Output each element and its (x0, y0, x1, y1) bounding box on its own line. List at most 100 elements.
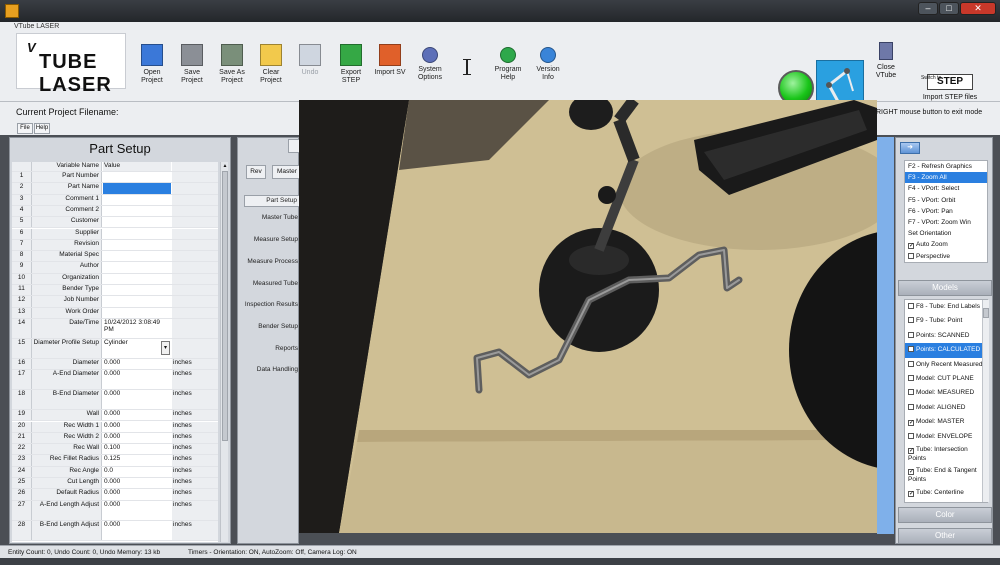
models-scrollbar[interactable] (982, 300, 989, 502)
clear-project-button[interactable]: Clear Project (249, 44, 293, 85)
table-row[interactable]: 14 Date/Time 10/24/2012 3:08:49 PM (12, 318, 218, 339)
value-cell[interactable]: 0.000 (103, 478, 171, 488)
value-cell[interactable] (103, 195, 171, 205)
nav-item-part-setup[interactable]: Part Setup (244, 195, 300, 207)
app-icon[interactable] (5, 4, 19, 18)
master-button[interactable]: Master (272, 165, 300, 179)
checkbox[interactable] (908, 252, 914, 259)
nav-item-data-handling[interactable]: Data Handling (244, 366, 300, 373)
close-vtube-button[interactable]: Close VTube (870, 42, 902, 80)
table-row[interactable]: 28 B-End Length Adjust 0.000 inches (12, 520, 218, 541)
nav-item-bender-setup[interactable]: Bender Setup (244, 323, 300, 330)
table-row[interactable]: 25 Cut Length 0.000 inches (12, 478, 218, 490)
value-cell[interactable]: 0.000 (103, 359, 171, 369)
checkbox[interactable] (908, 403, 914, 410)
value-cell[interactable]: 0.125 (103, 455, 171, 465)
value-cell[interactable]: 0.000 (103, 390, 171, 409)
model-item[interactable]: ✓ Model: MASTER (905, 415, 987, 429)
nav-item-reports[interactable]: Reports (244, 345, 300, 352)
table-row[interactable]: 10 Organization (12, 273, 218, 285)
nav-item-inspection-results[interactable]: Inspection Results (244, 301, 300, 308)
table-row[interactable]: 23 Rec Fillet Radius 0.125 inches (12, 455, 218, 467)
checkbox[interactable] (908, 303, 914, 309)
table-row[interactable]: 19 Wall 0.000 inches (12, 410, 218, 422)
checkbox[interactable] (908, 317, 914, 324)
model-item[interactable]: F8 - Tube: End Labels (905, 300, 987, 314)
value-cell[interactable] (103, 240, 171, 250)
import-sv-button[interactable]: Import SV (368, 44, 412, 77)
view-item[interactable]: F7 - VPort: Zoom Win (905, 217, 987, 228)
checkbox[interactable] (908, 331, 914, 338)
model-item[interactable]: Points: CALCULATED (905, 343, 987, 358)
table-row[interactable]: 16 Diameter 0.000 inches (12, 358, 218, 371)
gear-button[interactable]: System Options (408, 44, 452, 82)
value-cell[interactable]: 0.000 (103, 410, 171, 420)
close-button[interactable]: ✕ (960, 2, 996, 15)
value-cell[interactable] (103, 206, 171, 216)
nav-item-measure-setup[interactable]: Measure Setup (244, 236, 300, 243)
checkbox[interactable]: ✓ (908, 468, 914, 475)
nav-item-measured-tube[interactable]: Measured Tube (244, 280, 300, 287)
nav-item-master-tube[interactable]: Master Tube (244, 214, 300, 221)
value-cell[interactable] (103, 172, 171, 182)
value-cell[interactable]: 0.000 (103, 521, 171, 540)
save-project-button[interactable]: Save Project (170, 44, 214, 85)
model-item[interactable]: Model: ALIGNED (905, 401, 987, 415)
table-row[interactable]: 2 Part Name (12, 183, 218, 195)
panel-collapse-button[interactable]: ➜ (900, 142, 920, 154)
model-item[interactable]: F9 - Tube: Point (905, 314, 987, 328)
value-cell[interactable] (103, 296, 171, 306)
checkbox[interactable] (908, 346, 914, 353)
table-row[interactable]: 11 Bender Type (12, 285, 218, 297)
value-cell[interactable] (103, 229, 171, 239)
checkbox[interactable]: ✓ (908, 420, 914, 427)
value-cell[interactable] (103, 262, 171, 272)
value-cell[interactable]: 0.000 (103, 501, 171, 520)
model-item[interactable]: Model: ENVELOPE (905, 430, 987, 444)
model-item[interactable]: Model: MEASURED (905, 386, 987, 400)
checkbox[interactable] (908, 432, 914, 439)
table-row[interactable]: 4 Comment 2 (12, 205, 218, 218)
value-cell[interactable]: 0.100 (103, 444, 171, 454)
models-scroll-thumb[interactable] (983, 308, 989, 318)
model-item[interactable]: Model: CUT PLANE (905, 372, 987, 386)
view-item[interactable]: Perspective (905, 251, 987, 262)
table-row[interactable]: 3 Comment 1 (12, 194, 218, 206)
model-item[interactable]: Only Recent Measured (905, 358, 987, 372)
table-row[interactable]: 27 A-End Length Adjust 0.000 inches (12, 500, 218, 521)
checkbox[interactable] (908, 360, 914, 367)
table-row[interactable]: 20 Rec Width 1 0.000 inches (12, 421, 218, 433)
view-item[interactable]: F3 - Zoom All (905, 172, 987, 184)
open-project-button[interactable]: Open Project (130, 44, 174, 85)
undo-button[interactable]: Undo (288, 44, 332, 77)
table-row[interactable]: 17 A-End Diameter 0.000 inches (12, 370, 218, 391)
value-cell[interactable]: 0.0 (103, 467, 171, 477)
model-item[interactable]: Points: SCANNED (905, 329, 987, 343)
checkbox[interactable]: ✓ (908, 490, 914, 497)
table-row[interactable]: 6 Supplier (12, 228, 218, 240)
import-step-button[interactable]: Switch to STEP Import STEP files (920, 74, 980, 101)
model-item[interactable]: ✓ Tube: Intersection Points (905, 444, 987, 465)
value-cell[interactable] (103, 217, 171, 227)
table-row[interactable]: 18 B-End Diameter 0.000 inches (12, 390, 218, 411)
value-cell[interactable]: 0.000 (103, 489, 171, 499)
info-button[interactable]: Version Info (526, 44, 570, 82)
value-cell[interactable] (103, 285, 171, 295)
file-menu-button[interactable]: File (17, 123, 33, 134)
table-row[interactable]: 1 Part Number (12, 172, 218, 184)
model-item[interactable]: ✓ Tube: Centerline (905, 486, 987, 500)
model-item[interactable]: ✓ Tube: End & Tangent Points (905, 465, 987, 486)
table-row[interactable]: 9 Author (12, 262, 218, 274)
view-item[interactable]: F4 - VPort: Select (905, 183, 987, 194)
export-step-button[interactable]: Export STEP (329, 44, 373, 85)
table-row[interactable]: 26 Default Radius 0.000 inches (12, 489, 218, 501)
value-cell[interactable]: 0.000 (103, 370, 171, 389)
view-item[interactable]: Set Orientation (905, 228, 987, 239)
value-cell[interactable]: 0.000 (103, 422, 171, 432)
part-setup-scrollbar[interactable]: ▲ (220, 162, 228, 542)
value-cell[interactable] (103, 274, 171, 284)
checkbox[interactable] (908, 374, 914, 381)
table-row[interactable]: 15 Diameter Profile Setup Cylinder ▾ (12, 338, 218, 359)
scroll-thumb[interactable] (222, 171, 228, 441)
maximize-button[interactable]: □ (939, 2, 959, 15)
